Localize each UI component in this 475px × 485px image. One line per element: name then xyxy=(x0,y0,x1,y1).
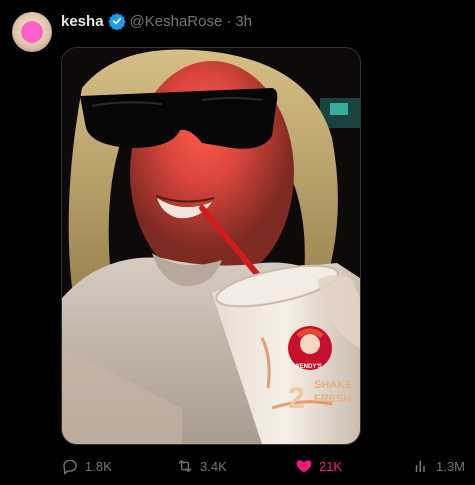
verified-badge-icon xyxy=(107,12,126,31)
timestamp[interactable]: 3h xyxy=(235,13,252,30)
repost-button[interactable]: 3.4K xyxy=(176,456,227,476)
separator-dot: · xyxy=(226,12,232,30)
author-name[interactable]: kesha xyxy=(61,13,104,30)
cup-number: 2 xyxy=(288,382,305,415)
avatar[interactable] xyxy=(12,12,52,52)
tweet-header: kesha @KeshaRose · 3h xyxy=(61,11,252,31)
like-button[interactable]: 21K xyxy=(295,456,342,476)
tweet-photo[interactable]: 2 SHAKE FRESH WENDY'S xyxy=(61,47,361,445)
repost-count: 3.4K xyxy=(200,458,227,474)
avatar-censor-blob xyxy=(21,21,43,43)
cup-fresh-text: FRESH xyxy=(314,393,351,405)
view-count: 1.3M xyxy=(436,458,465,474)
views-icon xyxy=(415,460,425,472)
reply-icon xyxy=(63,459,77,475)
cup-shake-text: SHAKE xyxy=(314,379,353,391)
author-handle[interactable]: @KeshaRose xyxy=(130,13,223,30)
reply-button[interactable]: 1.8K xyxy=(61,456,112,476)
reply-count: 1.8K xyxy=(85,458,112,474)
cup-brand-text: WENDY'S xyxy=(294,364,322,370)
heart-icon xyxy=(296,460,312,473)
tweet-actions: 1.8K 3.4K 21K 1.3M xyxy=(61,456,465,476)
like-count: 21K xyxy=(319,458,343,474)
repost-icon xyxy=(178,460,192,472)
views-button[interactable]: 1.3M xyxy=(412,456,465,476)
